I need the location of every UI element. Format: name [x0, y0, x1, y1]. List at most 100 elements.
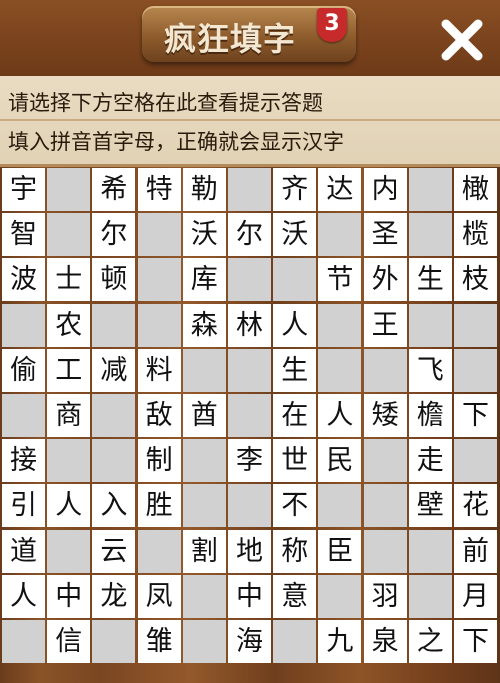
grid-cell-empty[interactable]: [318, 574, 362, 618]
grid-cell-filled[interactable]: 世: [273, 439, 317, 483]
grid-cell-filled[interactable]: 中: [47, 574, 91, 618]
grid-cell-empty[interactable]: [318, 303, 362, 347]
grid-cell-filled[interactable]: 枝: [454, 258, 497, 302]
grid-cell-filled[interactable]: 森: [182, 303, 226, 347]
grid-cell-filled[interactable]: 生: [273, 348, 317, 392]
grid-cell-filled[interactable]: 檐: [408, 394, 452, 437]
grid-cell-empty[interactable]: [92, 303, 136, 347]
grid-cell-filled[interactable]: 人: [2, 574, 45, 618]
grid-cell-filled[interactable]: 雏: [137, 620, 181, 663]
grid-cell-filled[interactable]: 料: [137, 348, 181, 392]
grid-cell-filled[interactable]: 榄: [454, 213, 497, 257]
grid-cell-filled[interactable]: 人: [47, 484, 91, 528]
grid-cell-filled[interactable]: 生: [408, 258, 452, 302]
grid-cell-empty[interactable]: [92, 620, 136, 663]
grid-cell-filled[interactable]: 九: [318, 620, 362, 663]
grid-cell-filled[interactable]: 特: [137, 168, 181, 211]
grid-cell-filled[interactable]: 敌: [137, 394, 181, 437]
grid-cell-filled[interactable]: 接: [2, 439, 45, 483]
grid-cell-empty[interactable]: [454, 303, 497, 347]
grid-cell-empty[interactable]: [318, 348, 362, 392]
grid-cell-filled[interactable]: 沃: [182, 213, 226, 257]
grid-cell-empty[interactable]: [182, 484, 226, 528]
grid-cell-filled[interactable]: 达: [318, 168, 362, 211]
grid-cell-empty[interactable]: [92, 394, 136, 437]
grid-cell-filled[interactable]: 海: [228, 620, 271, 663]
grid-cell-filled[interactable]: 胜: [137, 484, 181, 528]
grid-cell-filled[interactable]: 尔: [92, 213, 136, 257]
grid-cell-empty[interactable]: [137, 529, 181, 573]
grid-cell-empty[interactable]: [408, 303, 452, 347]
grid-cell-filled[interactable]: 波: [2, 258, 45, 302]
grid-cell-filled[interactable]: 商: [47, 394, 91, 437]
grid-cell-filled[interactable]: 沃: [273, 213, 317, 257]
grid-cell-filled[interactable]: 库: [182, 258, 226, 302]
grid-cell-filled[interactable]: 偷: [2, 348, 45, 392]
grid-cell-filled[interactable]: 工: [47, 348, 91, 392]
grid-cell-filled[interactable]: 臣: [318, 529, 362, 573]
grid-cell-empty[interactable]: [228, 348, 271, 392]
grid-cell-filled[interactable]: 飞: [408, 348, 452, 392]
grid-cell-filled[interactable]: 圣: [363, 213, 407, 257]
grid-cell-empty[interactable]: [318, 213, 362, 257]
grid-cell-filled[interactable]: 内: [363, 168, 407, 211]
grid-cell-empty[interactable]: [408, 213, 452, 257]
grid-cell-empty[interactable]: [47, 529, 91, 573]
grid-cell-empty[interactable]: [228, 394, 271, 437]
grid-cell-filled[interactable]: 凤: [137, 574, 181, 618]
grid-cell-filled[interactable]: 民: [318, 439, 362, 483]
grid-cell-filled[interactable]: 道: [2, 529, 45, 573]
grid-cell-empty[interactable]: [408, 168, 452, 211]
grid-cell-empty[interactable]: [182, 439, 226, 483]
grid-cell-filled[interactable]: 林: [228, 303, 271, 347]
grid-cell-filled[interactable]: 制: [137, 439, 181, 483]
grid-cell-filled[interactable]: 不: [273, 484, 317, 528]
grid-cell-filled[interactable]: 月: [454, 574, 497, 618]
grid-cell-filled[interactable]: 人: [273, 303, 317, 347]
grid-cell-filled[interactable]: 入: [92, 484, 136, 528]
grid-cell-filled[interactable]: 希: [92, 168, 136, 211]
grid-cell-filled[interactable]: 下: [454, 394, 497, 437]
grid-cell-empty[interactable]: [363, 348, 407, 392]
grid-cell-empty[interactable]: [2, 303, 45, 347]
grid-cell-filled[interactable]: 尔: [228, 213, 271, 257]
grid-cell-empty[interactable]: [408, 574, 452, 618]
grid-cell-filled[interactable]: 农: [47, 303, 91, 347]
grid-cell-filled[interactable]: 李: [228, 439, 271, 483]
grid-cell-empty[interactable]: [92, 439, 136, 483]
grid-cell-filled[interactable]: 顿: [92, 258, 136, 302]
grid-cell-filled[interactable]: 称: [273, 529, 317, 573]
grid-cell-empty[interactable]: [182, 348, 226, 392]
grid-cell-filled[interactable]: 外: [363, 258, 407, 302]
grid-cell-filled[interactable]: 意: [273, 574, 317, 618]
grid-cell-filled[interactable]: 智: [2, 213, 45, 257]
grid-cell-empty[interactable]: [408, 529, 452, 573]
grid-cell-filled[interactable]: 引: [2, 484, 45, 528]
grid-cell-filled[interactable]: 下: [454, 620, 497, 663]
grid-cell-empty[interactable]: [363, 484, 407, 528]
grid-cell-filled[interactable]: 走: [408, 439, 452, 483]
grid-cell-filled[interactable]: 士: [47, 258, 91, 302]
grid-cell-filled[interactable]: 龙: [92, 574, 136, 618]
close-button[interactable]: [436, 14, 488, 66]
grid-cell-empty[interactable]: [273, 620, 317, 663]
grid-cell-filled[interactable]: 酋: [182, 394, 226, 437]
grid-cell-filled[interactable]: 前: [454, 529, 497, 573]
grid-cell-empty[interactable]: [47, 439, 91, 483]
grid-cell-empty[interactable]: [363, 439, 407, 483]
grid-cell-empty[interactable]: [182, 574, 226, 618]
grid-cell-empty[interactable]: [318, 484, 362, 528]
grid-cell-empty[interactable]: [454, 348, 497, 392]
grid-cell-empty[interactable]: [454, 439, 497, 483]
grid-cell-empty[interactable]: [228, 258, 271, 302]
grid-cell-empty[interactable]: [2, 394, 45, 437]
grid-cell-filled[interactable]: 壁: [408, 484, 452, 528]
grid-cell-filled[interactable]: 减: [92, 348, 136, 392]
grid-cell-filled[interactable]: 信: [47, 620, 91, 663]
grid-cell-filled[interactable]: 羽: [363, 574, 407, 618]
grid-cell-empty[interactable]: [228, 484, 271, 528]
grid-cell-filled[interactable]: 王: [363, 303, 407, 347]
grid-cell-empty[interactable]: [47, 168, 91, 211]
grid-cell-filled[interactable]: 矮: [363, 394, 407, 437]
grid-cell-filled[interactable]: 之: [408, 620, 452, 663]
